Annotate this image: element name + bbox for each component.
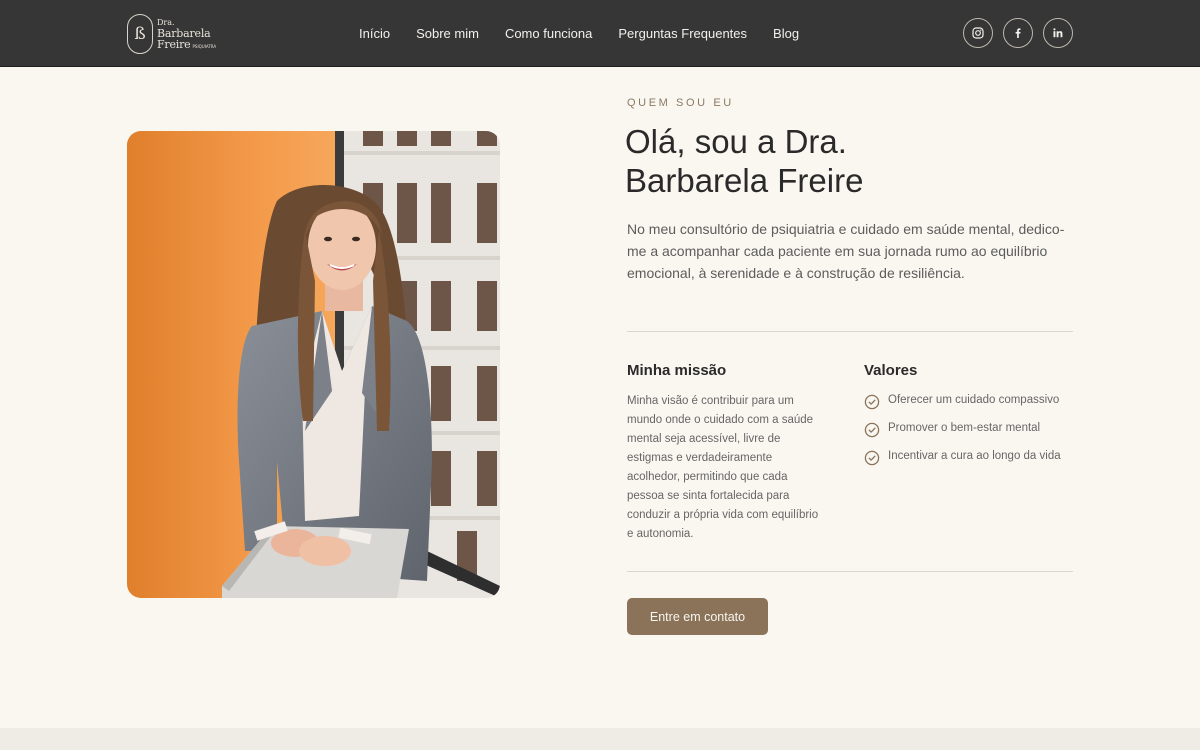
value-text: Promover o bem-estar mental (888, 422, 1041, 434)
mission-text: Minha visão é contribuir para um mundo o… (627, 395, 819, 540)
facebook-link[interactable] (1003, 18, 1033, 48)
facebook-icon (1015, 28, 1021, 38)
value-item: Oferecer um cuidado compassivo (864, 392, 1074, 410)
title-line-2: Barbarela Freire (625, 162, 864, 199)
logo-last-name-row: Freire PSIQUIATRA (157, 39, 216, 50)
check-circle-icon (864, 422, 880, 438)
main-nav: Início Sobre mim Como funciona Perguntas… (359, 26, 799, 41)
values-list: Oferecer um cuidado compassivo Promover … (864, 392, 1074, 476)
logo-monogram: ß (127, 14, 153, 54)
logo-tagline: PSIQUIATRA (192, 43, 217, 49)
intro-paragraph: No meu consultório de psiquiatria e cuid… (627, 221, 1065, 281)
contact-button[interactable]: Entre em contato (627, 598, 768, 635)
linkedin-icon (1053, 28, 1063, 38)
check-circle-icon (864, 394, 880, 410)
nav-item-sobre-mim[interactable]: Sobre mim (416, 26, 479, 41)
portrait-illustration (127, 131, 500, 598)
value-text: Oferecer um cuidado compassivo (888, 394, 1060, 406)
value-item: Promover o bem-estar mental (864, 420, 1074, 438)
brand-logo[interactable]: ß Dra. Barbarela Freire PSIQUIATRA (127, 13, 217, 55)
value-item: Incentivar a cura ao longo da vida (864, 448, 1074, 466)
values-heading: Valores (864, 362, 918, 379)
social-links (963, 18, 1073, 48)
instagram-link[interactable] (963, 18, 993, 48)
logo-title-prefix: Dra. (157, 17, 175, 27)
next-section-edge (0, 728, 1200, 750)
nav-item-blog[interactable]: Blog (773, 26, 799, 41)
logo-last-name: Freire (157, 37, 191, 51)
nav-item-como-funciona[interactable]: Como funciona (505, 26, 592, 41)
divider-bottom (627, 571, 1073, 572)
value-text: Incentivar a cura ao longo da vida (888, 450, 1061, 462)
top-navigation-bar: ß Dra. Barbarela Freire PSIQUIATRA Início… (0, 0, 1200, 67)
nav-item-perguntas-frequentes[interactable]: Perguntas Frequentes (618, 26, 747, 41)
mission-heading: Minha missão (627, 362, 727, 379)
logo-wordmark: Dra. Barbarela Freire PSIQUIATRA (157, 17, 216, 50)
instagram-icon (972, 27, 984, 39)
page-title: Olá, sou a Dra. Barbarela Freire (625, 122, 1085, 200)
linkedin-link[interactable] (1043, 18, 1073, 48)
check-circle-icon (864, 450, 880, 466)
section-eyebrow: QUEM SOU EU (627, 97, 734, 109)
nav-item-inicio[interactable]: Início (359, 26, 390, 41)
title-line-1: Olá, sou a Dra. (625, 123, 847, 160)
divider-top (627, 331, 1073, 332)
doctor-portrait-photo (127, 131, 500, 598)
